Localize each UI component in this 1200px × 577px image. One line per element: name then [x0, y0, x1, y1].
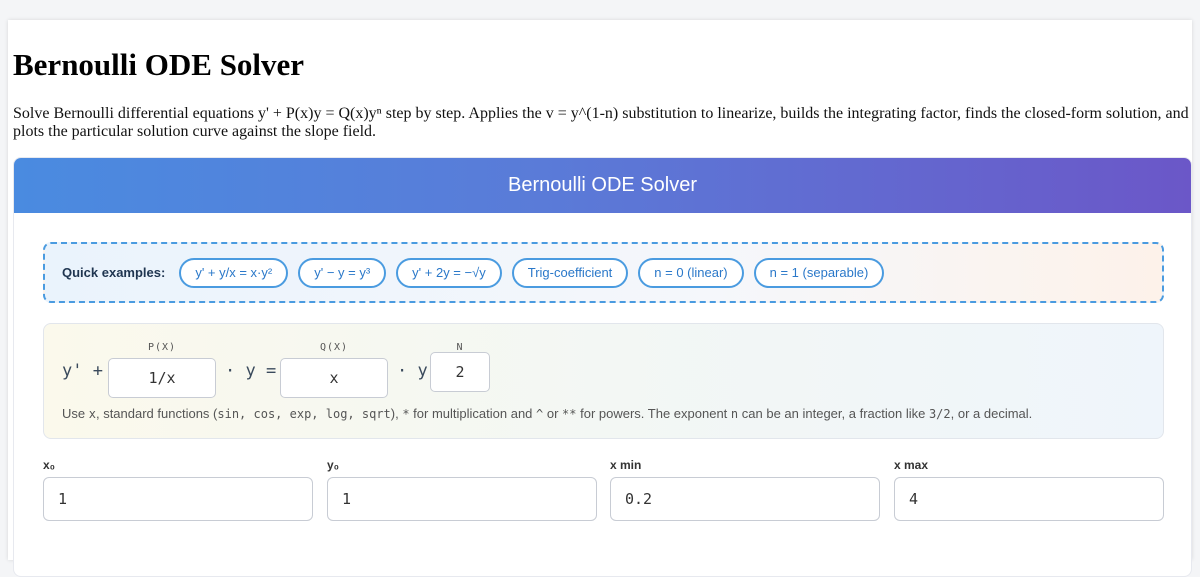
p-caption: P(X) [147, 342, 177, 353]
equation-prefix: y' + [62, 361, 103, 381]
page-title: Bernoulli ODE Solver [13, 47, 305, 82]
page-container: Bernoulli ODE Solver Solve Bernoulli dif… [8, 20, 1192, 577]
example-chip-xy2[interactable]: y' + y/x = x·y² [179, 257, 289, 288]
y0-label: y₀ [327, 458, 340, 472]
example-chip-sqrt[interactable]: y' + 2y = −√y [396, 257, 502, 288]
solver-card: Bernoulli ODE Solver Quick examples: y' … [13, 157, 1192, 577]
y0-input[interactable] [327, 477, 597, 521]
p-input[interactable] [108, 358, 216, 398]
xmin-input[interactable] [610, 477, 880, 521]
quick-examples-panel: Quick examples: y' + y/x = x·y² y' − y =… [43, 242, 1164, 303]
example-chip-trig[interactable]: Trig-coefficient [511, 257, 629, 288]
xmin-label: x min [610, 458, 642, 472]
example-chip-y3[interactable]: y' − y = y³ [298, 257, 387, 288]
q-caption: Q(X) [319, 342, 349, 353]
n-input[interactable] [430, 352, 490, 392]
equation-hint: Use x, standard functions (sin, cos, exp… [62, 406, 1033, 421]
quick-examples-label: Quick examples: [62, 265, 166, 280]
solver-card-header: Bernoulli ODE Solver [14, 158, 1191, 213]
equation-mid: · y = [225, 361, 277, 381]
equation-panel: y' + P(X) · y = Q(X) · y N Use x, standa… [43, 323, 1164, 439]
x0-label: x₀ [43, 458, 56, 472]
example-chip-linear[interactable]: n = 0 (linear) [638, 257, 744, 288]
equation-suffix: · y [397, 361, 428, 381]
x0-input[interactable] [43, 477, 313, 521]
example-chip-separable[interactable]: n = 1 (separable) [753, 257, 885, 288]
xmax-label: x max [894, 458, 929, 472]
xmax-input[interactable] [894, 477, 1164, 521]
q-input[interactable] [280, 358, 388, 398]
intro-text: Solve Bernoulli differential equations y… [13, 105, 1189, 140]
